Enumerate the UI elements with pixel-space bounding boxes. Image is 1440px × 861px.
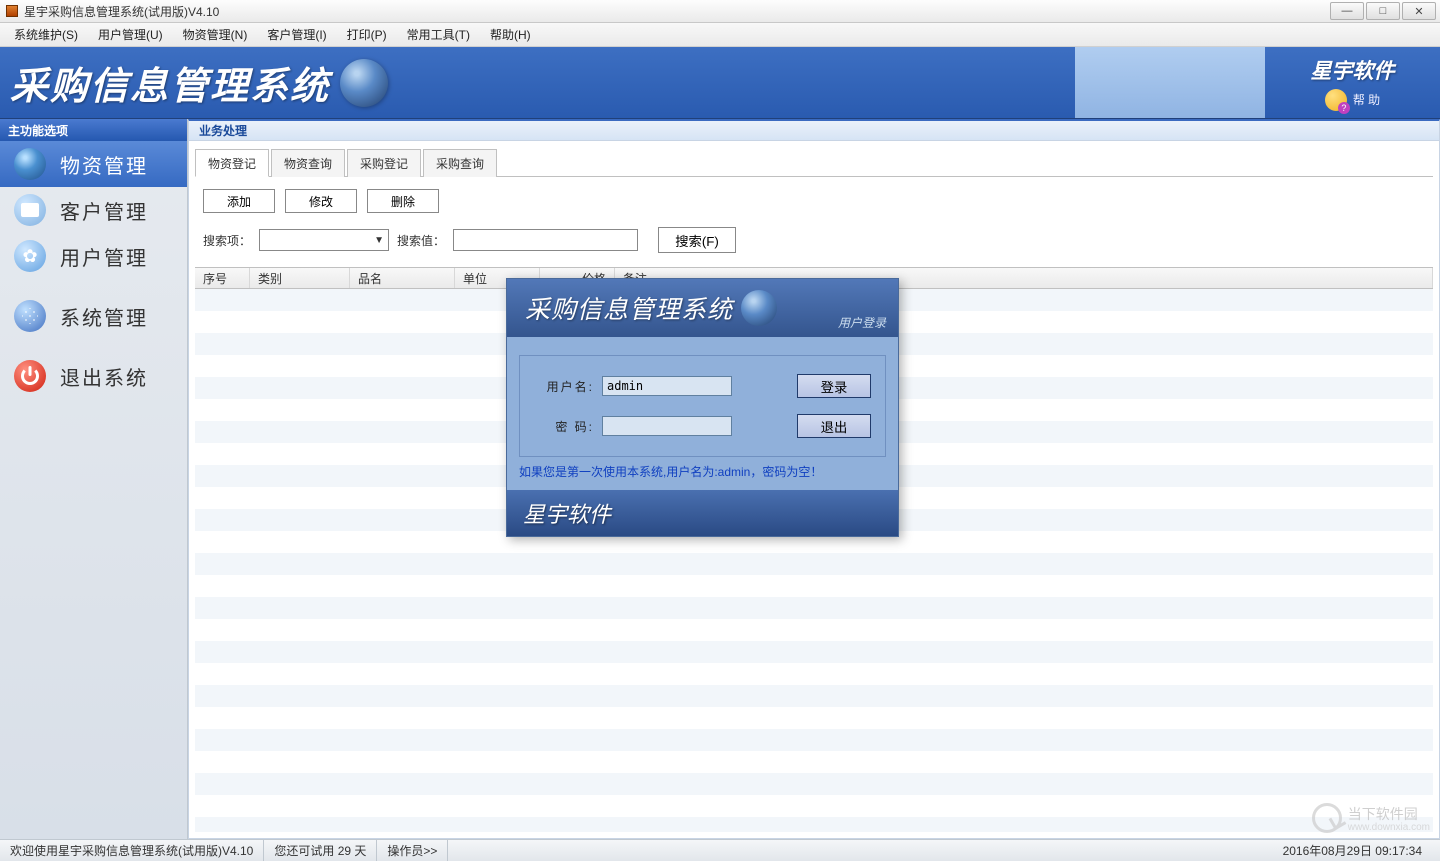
menubar: 系统维护(S) 用户管理(U) 物资管理(N) 客户管理(I) 打印(P) 常用… [0,23,1440,47]
corner-sub: www.downxia.com [1348,822,1430,833]
sidebar-item-label: 物资管理 [60,150,148,179]
globe-icon [741,290,777,326]
bubble-icon [1312,803,1342,833]
sidebar-header: 主功能选项 [0,119,187,141]
banner-title: 采购信息管理系统 [10,55,330,110]
tab-material-register[interactable]: 物资登记 [195,149,269,177]
materials-icon [14,148,46,180]
banner-light-panel [1075,47,1265,118]
maximize-button[interactable]: □ [1366,2,1400,20]
banner-help-label: 帮 助 [1353,91,1380,108]
sidebar: 主功能选项 物资管理 客户管理 用户管理 系统管理 退出系统 [0,119,188,839]
delete-button[interactable]: 删除 [367,189,439,213]
search-term-combo[interactable]: ▼ [259,229,389,251]
banner-brand: 星宇软件 [1311,55,1395,85]
corner-brand: 当下软件园 [1348,804,1430,824]
menu-help[interactable]: 帮助(H) [480,22,541,47]
sidebar-item-label: 用户管理 [60,242,148,271]
search-term-label: 搜索项： [203,232,251,249]
menu-system-maintain[interactable]: 系统维护(S) [4,22,88,47]
login-user-label: 用户名: [534,378,594,395]
menu-print[interactable]: 打印(P) [337,22,397,47]
col-seq[interactable]: 序号 [195,268,250,288]
users-icon [14,240,46,272]
chevron-down-icon: ▼ [374,235,384,246]
menu-customer-manage[interactable]: 客户管理(I) [257,22,336,47]
search-button[interactable]: 搜索(F) [658,227,736,253]
sidebar-item-system[interactable]: 系统管理 [0,293,187,339]
app-banner: 采购信息管理系统 星宇软件 帮 助 [0,47,1440,119]
sidebar-item-materials[interactable]: 物资管理 [0,141,187,187]
col-name[interactable]: 品名 [350,268,455,288]
corner-watermark: 当下软件园 www.downxia.com [1312,803,1430,833]
menu-common-tools[interactable]: 常用工具(T) [397,22,480,47]
tab-purchase-query[interactable]: 采购查询 [423,149,497,177]
help-face-icon [1325,89,1347,111]
app-icon [4,3,20,19]
add-button[interactable]: 添加 [203,189,275,213]
login-exit-button[interactable]: 退出 [797,414,871,438]
login-dialog: 采购信息管理系统 用户登录 用户名: 登录 密 码: 退出 如果您是第一次使用本… [506,278,899,537]
search-value-input[interactable] [453,229,638,251]
menu-user-manage[interactable]: 用户管理(U) [88,22,173,47]
edit-button[interactable]: 修改 [285,189,357,213]
window-titlebar: 星宇采购信息管理系统(试用版)V4.10 — □ ✕ [0,0,1440,23]
col-category[interactable]: 类别 [250,268,350,288]
sidebar-item-label: 客户管理 [60,196,148,225]
statusbar: 欢迎使用星宇采购信息管理系统(试用版)V4.10 您还可试用 29 天 操作员>… [0,839,1440,861]
sidebar-item-users[interactable]: 用户管理 [0,233,187,279]
system-icon [14,300,46,332]
login-hint: 如果您是第一次使用本系统,用户名为:admin，密码为空！ [519,463,886,480]
search-value-label: 搜索值： [397,232,445,249]
globe-icon [340,59,388,107]
exit-icon [14,360,46,392]
tab-purchase-register[interactable]: 采购登记 [347,149,421,177]
customers-icon [14,194,46,226]
login-button[interactable]: 登录 [797,374,871,398]
login-title: 采购信息管理系统 [525,290,733,326]
login-password-input[interactable] [602,416,732,436]
login-pass-label: 密 码: [534,418,594,435]
status-datetime: 2016年08月29日 09:17:34 [1273,842,1440,859]
section-header: 业务处理 [188,119,1440,141]
status-trial: 您还可试用 29 天 [264,840,377,861]
login-username-input[interactable] [602,376,732,396]
tab-material-query[interactable]: 物资查询 [271,149,345,177]
status-operator: 操作员>> [377,840,448,861]
close-button[interactable]: ✕ [1402,2,1436,20]
sidebar-item-customers[interactable]: 客户管理 [0,187,187,233]
sidebar-item-label: 系统管理 [60,302,148,331]
sidebar-item-label: 退出系统 [60,362,148,391]
sidebar-item-exit[interactable]: 退出系统 [0,353,187,399]
menu-material-manage[interactable]: 物资管理(N) [173,22,258,47]
status-welcome: 欢迎使用星宇采购信息管理系统(试用版)V4.10 [0,840,264,861]
banner-help-button[interactable]: 帮 助 [1325,89,1380,111]
window-title: 星宇采购信息管理系统(试用版)V4.10 [24,3,219,20]
login-footer-brand: 星宇软件 [523,497,611,529]
login-subtitle: 用户登录 [838,314,886,331]
tabs: 物资登记 物资查询 采购登记 采购查询 [195,149,1433,177]
minimize-button[interactable]: — [1330,2,1364,20]
